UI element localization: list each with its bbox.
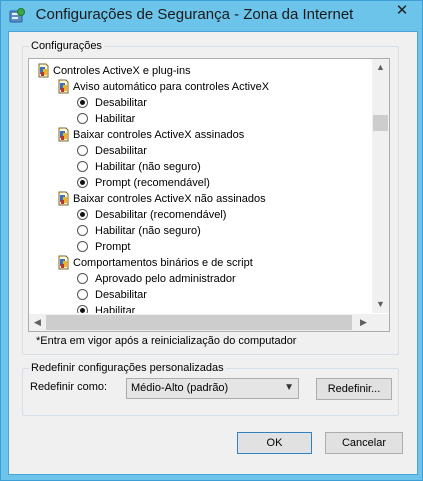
security-level-select[interactable]: Médio-Alto (padrão) ▼ <box>126 378 299 399</box>
settings-folder-icon <box>57 127 70 142</box>
scroll-up-arrow-icon[interactable]: ▲ <box>372 59 389 76</box>
radio-button[interactable] <box>77 113 88 124</box>
tree-option[interactable]: Desabilitar <box>29 143 369 159</box>
tree-option[interactable]: Habilitar (não seguro) <box>29 159 369 175</box>
settings-group-title: Configurações <box>29 39 104 53</box>
radio-button-checked[interactable] <box>77 209 88 220</box>
scroll-right-arrow-icon[interactable]: ▶ <box>355 314 372 331</box>
selected-level-value: Médio-Alto (padrão) <box>131 382 229 394</box>
radio-button-checked[interactable] <box>77 305 88 313</box>
reset-group-title: Redefinir configurações personalizadas <box>29 361 226 375</box>
tree-option[interactable]: Desabilitar <box>29 95 369 111</box>
radio-button[interactable] <box>77 289 88 300</box>
settings-tree[interactable]: Controles ActiveX e plug-ins Aviso automá… <box>28 58 390 332</box>
horizontal-scroll-thumb[interactable] <box>46 315 352 330</box>
tree-category: Aviso automático para controles ActiveX <box>29 79 369 95</box>
radio-button-checked[interactable] <box>77 97 88 108</box>
tree-category: Controles ActiveX e plug-ins <box>29 63 369 79</box>
tree-option[interactable]: Prompt (recomendável) <box>29 175 369 191</box>
tree-option[interactable]: Habilitar <box>29 303 369 313</box>
window-title: Configurações de Segurança - Zona da Int… <box>35 6 354 23</box>
radio-button[interactable] <box>77 161 88 172</box>
tree-option-label: Desabilitar <box>95 145 147 157</box>
reset-to-label: Redefinir como: <box>30 381 108 393</box>
settings-tree-content: Controles ActiveX e plug-ins Aviso automá… <box>29 59 371 313</box>
tree-option[interactable]: Desabilitar <box>29 287 369 303</box>
settings-folder-icon <box>57 191 70 206</box>
scroll-down-arrow-icon[interactable]: ▼ <box>372 296 389 313</box>
restart-note: *Entra em vigor após a reinicialização d… <box>36 335 297 347</box>
tree-option-label: Desabilitar <box>95 97 147 109</box>
tree-category-label: Comportamentos binários e de script <box>73 257 253 269</box>
tree-option-label: Habilitar <box>95 305 136 313</box>
title-bar[interactable]: Configurações de Segurança - Zona da Int… <box>1 1 422 31</box>
scrollbar-corner <box>372 314 389 331</box>
reset-button[interactable]: Redefinir... <box>316 378 392 400</box>
tree-option-label: Habilitar <box>95 113 136 125</box>
tree-category-label: Baixar controles ActiveX assinados <box>73 129 245 141</box>
cancel-button[interactable]: Cancelar <box>325 432 403 454</box>
scroll-left-arrow-icon[interactable]: ◀ <box>29 314 46 331</box>
close-button[interactable]: ✕ <box>388 1 416 22</box>
tree-option[interactable]: Habilitar (não seguro) <box>29 223 369 239</box>
tree-category-label: Controles ActiveX e plug-ins <box>53 65 191 77</box>
tree-option[interactable]: Aprovado pelo administrador <box>29 271 369 287</box>
tree-option-label: Desabilitar (recomendável) <box>95 209 227 221</box>
vertical-scroll-thumb[interactable] <box>373 115 388 131</box>
tree-option-label: Aprovado pelo administrador <box>95 273 236 285</box>
radio-button[interactable] <box>77 241 88 252</box>
tree-category-label: Aviso automático para controles ActiveX <box>73 81 270 93</box>
tree-category: Baixar controles ActiveX não assinados <box>29 191 369 207</box>
tree-option-label: Prompt <box>95 241 131 253</box>
tree-category: Baixar controles ActiveX assinados <box>29 127 369 143</box>
horizontal-scrollbar[interactable]: ◀ ▶ <box>29 314 372 331</box>
tree-option[interactable]: Desabilitar (recomendável) <box>29 207 369 223</box>
tree-option[interactable]: Habilitar <box>29 111 369 127</box>
radio-button[interactable] <box>77 225 88 236</box>
radio-button[interactable] <box>77 145 88 156</box>
tree-option-label: Habilitar (não seguro) <box>95 225 201 237</box>
radio-button-checked[interactable] <box>77 177 88 188</box>
settings-folder-icon <box>37 63 50 78</box>
tree-option-label: Prompt (recomendável) <box>95 177 210 189</box>
vertical-scrollbar[interactable]: ▲ ▼ <box>372 59 389 313</box>
ok-button[interactable]: OK <box>237 432 312 454</box>
tree-category-label: Baixar controles ActiveX não assinados <box>73 193 266 205</box>
tree-option-label: Desabilitar <box>95 289 147 301</box>
chevron-down-icon: ▼ <box>284 382 294 393</box>
tree-option-label: Habilitar (não seguro) <box>95 161 201 173</box>
settings-folder-icon <box>57 79 70 94</box>
radio-button[interactable] <box>77 273 88 284</box>
tree-option[interactable]: Prompt <box>29 239 369 255</box>
tree-category: Comportamentos binários e de script <box>29 255 369 271</box>
settings-folder-icon <box>57 255 70 270</box>
